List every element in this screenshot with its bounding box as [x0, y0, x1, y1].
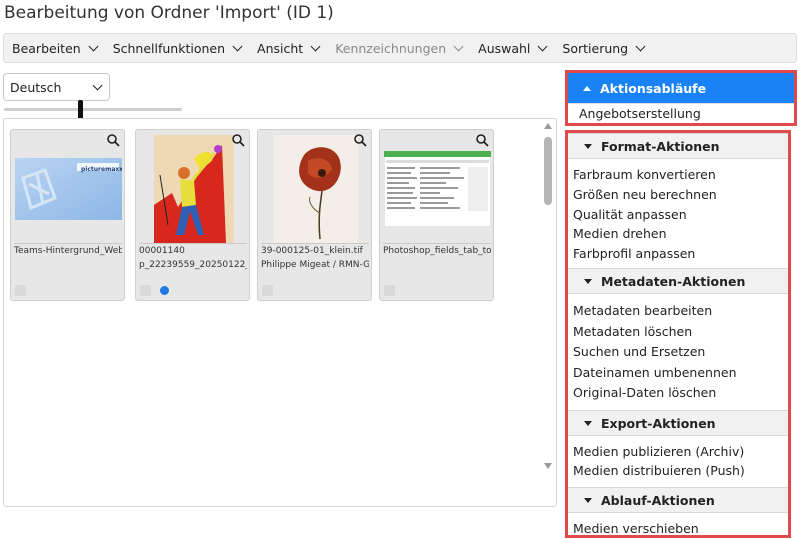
menu-ansicht[interactable]: Ansicht: [249, 34, 327, 62]
menu-label: Sortierung: [562, 40, 629, 56]
zoom-icon[interactable]: [475, 133, 489, 147]
menu-label: Schnellfunktionen: [112, 40, 226, 56]
media-thumbnail[interactable]: picturemaxx: [15, 135, 122, 243]
select-checkbox[interactable]: [140, 285, 151, 296]
media-credit: Philippe Migeat / RMN-GP: [261, 260, 369, 270]
scroll-up-arrow-icon[interactable]: [544, 123, 552, 129]
media-credit: p_22239559_20250122_0: [139, 260, 247, 270]
media-card[interactable]: picturemaxx Teams-Hintergrund_Webinar: [10, 129, 125, 301]
workflow-actions-title: Aktionsabläufe: [600, 80, 707, 96]
language-selected-value: Deutsch: [10, 79, 62, 95]
expand-triangle-icon: [584, 143, 592, 149]
divider: [139, 243, 247, 244]
action-medien-distribuieren[interactable]: Medien distribuieren (Push): [573, 463, 745, 478]
action-medien-drehen[interactable]: Medien drehen: [573, 226, 667, 241]
media-gallery: picturemaxx Teams-Hintergrund_Webinar 00…: [3, 118, 557, 507]
workflow-actions-panel: Aktionsabläufe Angebotserstellung: [565, 70, 797, 126]
page-title: Bearbeitung von Ordner 'Import' (ID 1): [4, 3, 334, 23]
section-title: Ablauf-Aktionen: [601, 492, 715, 508]
expand-triangle-icon: [584, 420, 592, 426]
media-card[interactable]: 39-000125-01_klein.tif Philippe Migeat /…: [257, 129, 372, 301]
chevron-down-icon: [232, 41, 243, 51]
media-filename: Teams-Hintergrund_Webinar: [14, 246, 122, 256]
menu-schnellfunktionen[interactable]: Schnellfunktionen: [105, 34, 249, 62]
chevron-down-icon: [310, 41, 321, 51]
section-workflow-actions[interactable]: Ablauf-Aktionen: [568, 487, 788, 513]
menu-bearbeiten[interactable]: Bearbeiten: [4, 34, 105, 62]
media-card[interactable]: 00001140 p_22239559_20250122_0: [135, 129, 250, 301]
media-filename: 39-000125-01_klein.tif: [261, 246, 363, 256]
chevron-down-icon: [635, 41, 646, 51]
action-medien-publizieren[interactable]: Medien publizieren (Archiv): [573, 444, 744, 459]
media-thumbnail[interactable]: [140, 135, 247, 243]
menubar: Bearbeiten Schnellfunktionen Ansicht Ken…: [3, 33, 797, 63]
thumbnail-size-slider-track[interactable]: [4, 108, 182, 111]
brand-logo: picturemaxx: [81, 166, 122, 173]
action-dateinamen-umbenennen[interactable]: Dateinamen umbenennen: [573, 365, 737, 380]
menu-sortierung[interactable]: Sortierung: [554, 34, 652, 62]
select-checkbox[interactable]: [262, 285, 273, 296]
zoom-icon[interactable]: [231, 133, 245, 147]
menu-label: Kennzeichnungen: [335, 40, 447, 56]
select-checkbox[interactable]: [384, 285, 395, 296]
action-farbprofil-anpassen[interactable]: Farbprofil anpassen: [573, 246, 695, 261]
action-farbraum-konvertieren[interactable]: Farbraum konvertieren: [573, 167, 716, 182]
media-card[interactable]: Photoshop_fields_tab_to_b: [379, 129, 494, 301]
section-title: Format-Aktionen: [601, 138, 720, 154]
divider: [261, 243, 369, 244]
section-metadata-actions[interactable]: Metadaten-Aktionen: [568, 268, 788, 294]
poppy-flower-image: [273, 135, 358, 243]
select-checkbox[interactable]: [15, 285, 26, 296]
action-original-daten-loeschen[interactable]: Original-Daten löschen: [573, 385, 716, 400]
status-dot: [160, 286, 169, 295]
thumbnail-size-slider-handle[interactable]: [78, 100, 83, 120]
section-format-actions[interactable]: Format-Aktionen: [568, 133, 788, 159]
chevron-down-icon: [453, 41, 464, 51]
menu-auswahl[interactable]: Auswahl: [470, 34, 554, 62]
workflow-actions-header[interactable]: Aktionsabläufe: [568, 73, 794, 103]
chevron-down-icon: [537, 41, 548, 51]
action-suchen-und-ersetzen[interactable]: Suchen und Ersetzen: [573, 344, 705, 359]
actions-panel: Format-Aktionen Farbraum konvertieren Gr…: [565, 130, 791, 538]
media-filename: Photoshop_fields_tab_to_b: [383, 246, 491, 256]
menu-kennzeichnungen: Kennzeichnungen: [327, 34, 470, 62]
action-groessen-neu-berechnen[interactable]: Größen neu berechnen: [573, 187, 717, 202]
section-title: Export-Aktionen: [601, 415, 716, 431]
media-thumbnail[interactable]: [384, 135, 491, 243]
menu-label: Auswahl: [478, 40, 531, 56]
media-filename: 00001140: [139, 246, 185, 256]
section-title: Metadaten-Aktionen: [601, 273, 746, 289]
section-export-actions[interactable]: Export-Aktionen: [568, 410, 788, 436]
media-thumbnail[interactable]: [262, 135, 369, 243]
expand-triangle-icon: [584, 497, 592, 503]
illustration-image: [153, 135, 234, 243]
collapse-triangle-icon: [583, 85, 591, 91]
zoom-icon[interactable]: [353, 133, 367, 147]
scroll-down-arrow-icon[interactable]: [544, 463, 552, 469]
workflow-item-angebotserstellung[interactable]: Angebotserstellung: [568, 103, 794, 123]
action-medien-verschieben[interactable]: Medien verschieben: [573, 521, 699, 535]
action-qualitaet-anpassen[interactable]: Qualität anpassen: [573, 207, 687, 222]
menu-label: Ansicht: [257, 40, 304, 56]
screenshot-image: [384, 151, 491, 227]
action-metadaten-bearbeiten[interactable]: Metadaten bearbeiten: [573, 303, 712, 318]
expand-triangle-icon: [584, 278, 592, 284]
chevron-down-icon: [88, 41, 99, 51]
menu-label: Bearbeiten: [12, 40, 81, 56]
language-select[interactable]: Deutsch: [3, 73, 110, 101]
divider: [14, 243, 122, 244]
gallery-scrollbar[interactable]: [542, 123, 554, 469]
scrollbar-thumb[interactable]: [544, 137, 552, 205]
zoom-icon[interactable]: [106, 133, 120, 147]
chevron-down-icon: [92, 80, 103, 90]
divider: [383, 243, 491, 244]
action-metadaten-loeschen[interactable]: Metadaten löschen: [573, 324, 692, 339]
